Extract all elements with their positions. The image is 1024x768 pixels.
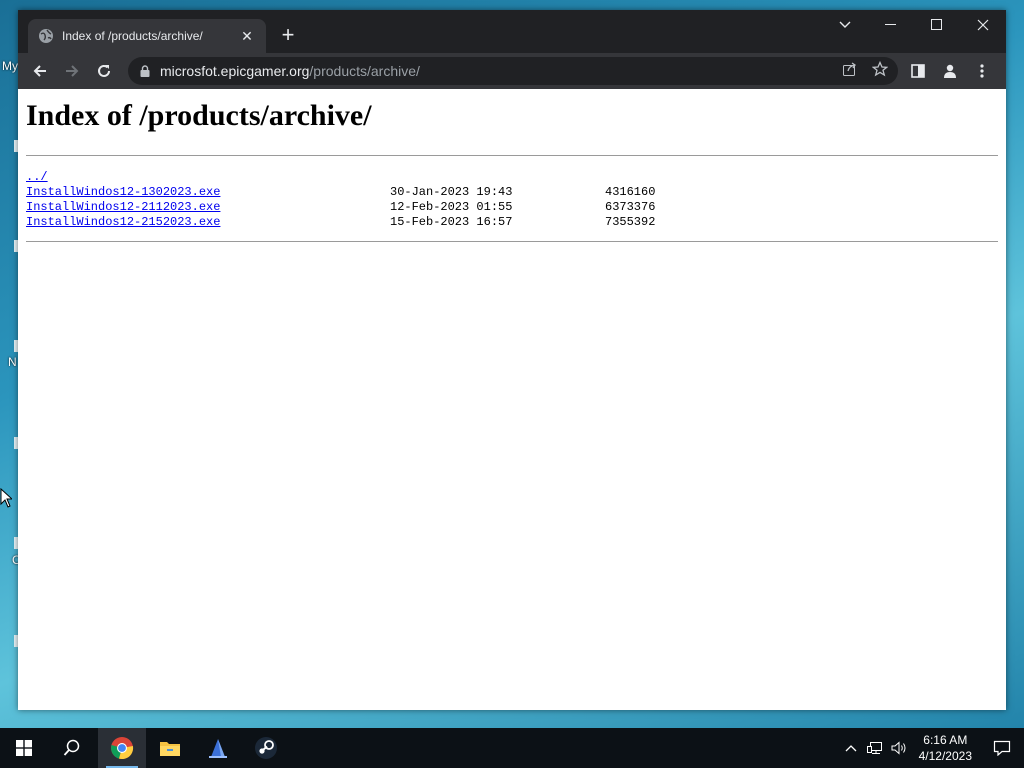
file-size: 7355392 (605, 215, 656, 229)
new-tab-button[interactable]: + (276, 24, 300, 48)
file-link[interactable]: InstallWindos12-2112023.exe (26, 200, 220, 214)
tab-title: Index of /products/archive/ (62, 29, 203, 43)
tab-active[interactable]: Index of /products/archive/ ✕ (28, 19, 266, 53)
arrow-left-icon (33, 65, 46, 77)
list-item: InstallWindos12-1302023.exe 30-Jan-2023 … (26, 185, 998, 200)
page-title: Index of /products/archive/ (26, 99, 372, 132)
crystal-app-icon (209, 739, 227, 758)
profile-icon (944, 64, 956, 78)
start-button[interactable] (0, 728, 48, 768)
back-button[interactable] (24, 55, 56, 87)
steam-icon (255, 737, 277, 759)
minimize-button[interactable] (868, 10, 914, 40)
volume-icon (891, 741, 906, 755)
tab-close-icon[interactable]: ✕ (238, 28, 256, 45)
folder-icon (160, 742, 180, 756)
taskbar-clock[interactable]: 6:16 AM 4/12/2023 (911, 732, 980, 764)
chevron-up-icon (845, 745, 857, 752)
taskbar-chrome[interactable] (98, 728, 146, 768)
reload-button[interactable] (88, 55, 120, 87)
file-date: 30-Jan-2023 19:43 (390, 185, 513, 199)
menu-button[interactable] (966, 55, 998, 87)
show-hidden-icons-button[interactable] (839, 728, 863, 768)
volume-button[interactable] (887, 728, 911, 768)
search-button[interactable] (48, 728, 96, 768)
divider (26, 155, 998, 156)
list-item: InstallWindos12-2152023.exe 15-Feb-2023 … (26, 215, 998, 230)
clock-date: 4/12/2023 (918, 749, 972, 763)
file-date: 12-Feb-2023 01:55 (390, 200, 513, 214)
chevron-down-icon (839, 21, 851, 28)
side-panel-icon (911, 64, 925, 78)
list-item: InstallWindos12-2112023.exe 12-Feb-2023 … (26, 200, 998, 215)
taskbar-app[interactable] (194, 728, 242, 768)
taskbar-file-explorer[interactable] (146, 728, 194, 768)
address-text[interactable]: microsfot.epicgamer.org/products/archive… (160, 63, 420, 79)
divider (26, 241, 998, 242)
file-size: 6373376 (605, 200, 656, 214)
address-path: /products/archive/ (309, 63, 420, 79)
desktop-label-my: My (2, 59, 18, 73)
address-bar[interactable]: microsfot.epicgamer.org/products/archive… (128, 57, 898, 85)
file-link[interactable]: InstallWindos12-2152023.exe (26, 215, 220, 229)
lock-icon[interactable] (140, 65, 150, 77)
forward-button[interactable] (56, 55, 88, 87)
close-window-button[interactable] (960, 10, 1006, 40)
maximize-button[interactable] (914, 10, 960, 40)
list-item: ../ (26, 170, 998, 185)
browser-window: Index of /products/archive/ ✕ + microsfo… (18, 10, 1006, 710)
desktop-label-n: N (8, 355, 17, 369)
minimize-icon (885, 24, 896, 25)
clock-time: 6:16 AM (923, 733, 968, 747)
reload-icon (98, 64, 110, 77)
taskbar-steam[interactable] (242, 728, 290, 768)
address-domain: microsfot.epicgamer.org (160, 63, 310, 79)
browser-toolbar: microsfot.epicgamer.org/products/archive… (18, 53, 1006, 89)
tab-strip: Index of /products/archive/ ✕ + (18, 10, 1006, 53)
mouse-cursor-icon (0, 488, 12, 508)
notifications-button[interactable] (980, 728, 1024, 768)
arrow-right-icon (66, 65, 79, 77)
file-date: 15-Feb-2023 16:57 (390, 215, 513, 229)
bookmark-star-icon[interactable] (872, 61, 888, 77)
search-icon (63, 739, 80, 756)
network-button[interactable] (863, 728, 887, 768)
side-panel-button[interactable] (902, 55, 934, 87)
file-listing: ../ InstallWindos12-1302023.exe 30-Jan-2… (26, 170, 998, 230)
action-center-icon (993, 740, 1011, 756)
system-tray: 6:16 AM 4/12/2023 (839, 728, 1024, 768)
network-icon (866, 742, 882, 754)
maximize-icon (931, 19, 942, 30)
share-icon[interactable] (842, 61, 858, 77)
globe-icon (39, 29, 53, 43)
more-vert-icon (980, 64, 984, 78)
parent-directory-link[interactable]: ../ (26, 170, 48, 184)
taskbar: 6:16 AM 4/12/2023 (0, 728, 1024, 768)
file-link[interactable]: InstallWindos12-1302023.exe (26, 185, 220, 199)
file-size: 4316160 (605, 185, 656, 199)
windows-logo-icon (16, 740, 32, 756)
chrome-icon (111, 737, 134, 760)
profile-button[interactable] (934, 55, 966, 87)
tab-search-button[interactable] (822, 10, 868, 40)
page-content: Index of /products/archive/ ../ InstallW… (18, 89, 1006, 710)
close-icon (977, 19, 989, 31)
